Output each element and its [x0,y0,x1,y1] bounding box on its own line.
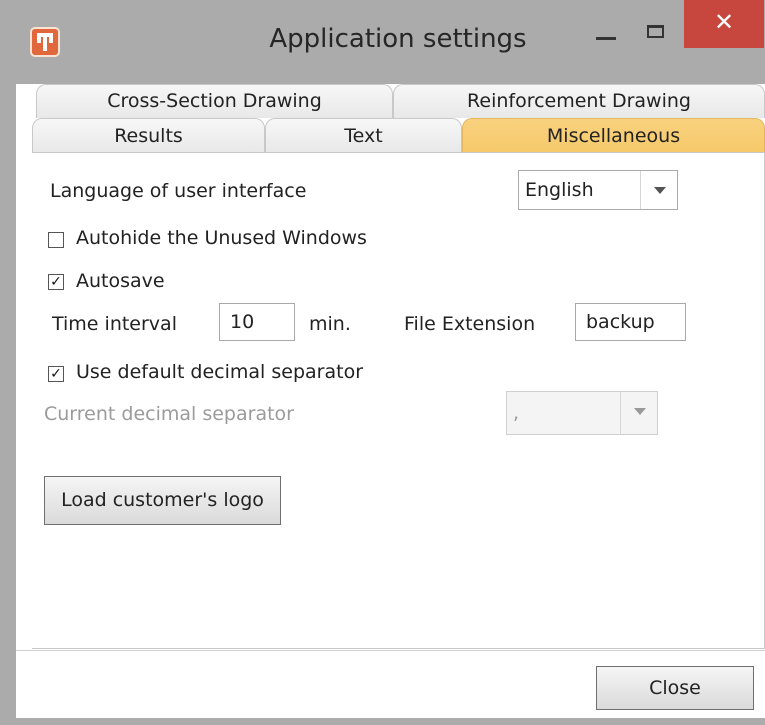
current-decimal-value: , [513,402,520,424]
tab-label: Text [344,125,383,147]
tab-label: Cross-Section Drawing [107,90,322,112]
application-settings-window: Application settings ✕ Cross-Section Dra… [0,0,765,725]
file-extension-label: File Extension [404,313,536,335]
time-interval-input[interactable]: 10 [219,303,295,341]
load-customer-logo-label: Load customer's logo [61,489,264,511]
tab-text[interactable]: Text [265,118,462,153]
tab-label: Results [114,125,183,147]
tab-reinforcement-drawing[interactable]: Reinforcement Drawing [393,84,765,118]
current-decimal-select: , [506,391,658,435]
close-icon: ✕ [713,8,735,36]
close-window-button[interactable]: ✕ [684,0,764,48]
tab-cross-section-drawing[interactable]: Cross-Section Drawing [36,84,393,118]
checkmark-icon: ✓ [50,274,62,290]
load-customer-logo-button[interactable]: Load customer's logo [44,476,281,525]
tab-results[interactable]: Results [32,118,265,153]
minimize-button[interactable] [586,14,626,54]
maximize-button[interactable] [636,14,676,54]
language-value: English [525,179,594,201]
time-interval-label: Time interval [52,313,177,335]
autosave-checkbox[interactable]: ✓ [48,274,64,290]
language-label: Language of user interface [50,180,307,202]
tab-label: Miscellaneous [546,125,681,147]
checkmark-icon: ✓ [50,366,62,382]
title-bar[interactable]: Application settings ✕ [8,0,765,84]
autohide-checkbox[interactable] [48,232,64,248]
dialog-footer: Close [16,650,765,718]
language-select[interactable]: English [518,170,678,210]
current-decimal-label: Current decimal separator [44,403,294,425]
default-decimal-label: Use default decimal separator [76,361,364,383]
maximize-icon [647,25,664,38]
tab-label: Reinforcement Drawing [467,90,691,112]
default-decimal-checkbox[interactable]: ✓ [48,366,64,382]
close-button-label: Close [649,677,701,699]
minimize-icon [596,37,616,40]
chevron-down-icon [620,392,657,434]
app-logo-icon [30,27,60,57]
miscellaneous-panel: Language of user interface English Autoh… [32,152,765,649]
autosave-label: Autosave [76,270,165,292]
time-unit-label: min. [309,313,351,335]
chevron-down-icon [640,171,677,209]
window-title: Application settings [269,24,527,54]
tab-miscellaneous[interactable]: Miscellaneous [462,118,765,153]
close-button[interactable]: Close [596,666,754,710]
autohide-label: Autohide the Unused Windows [76,227,367,249]
file-extension-input[interactable]: backup [575,303,686,341]
settings-content: Cross-Section Drawing Reinforcement Draw… [16,84,765,718]
